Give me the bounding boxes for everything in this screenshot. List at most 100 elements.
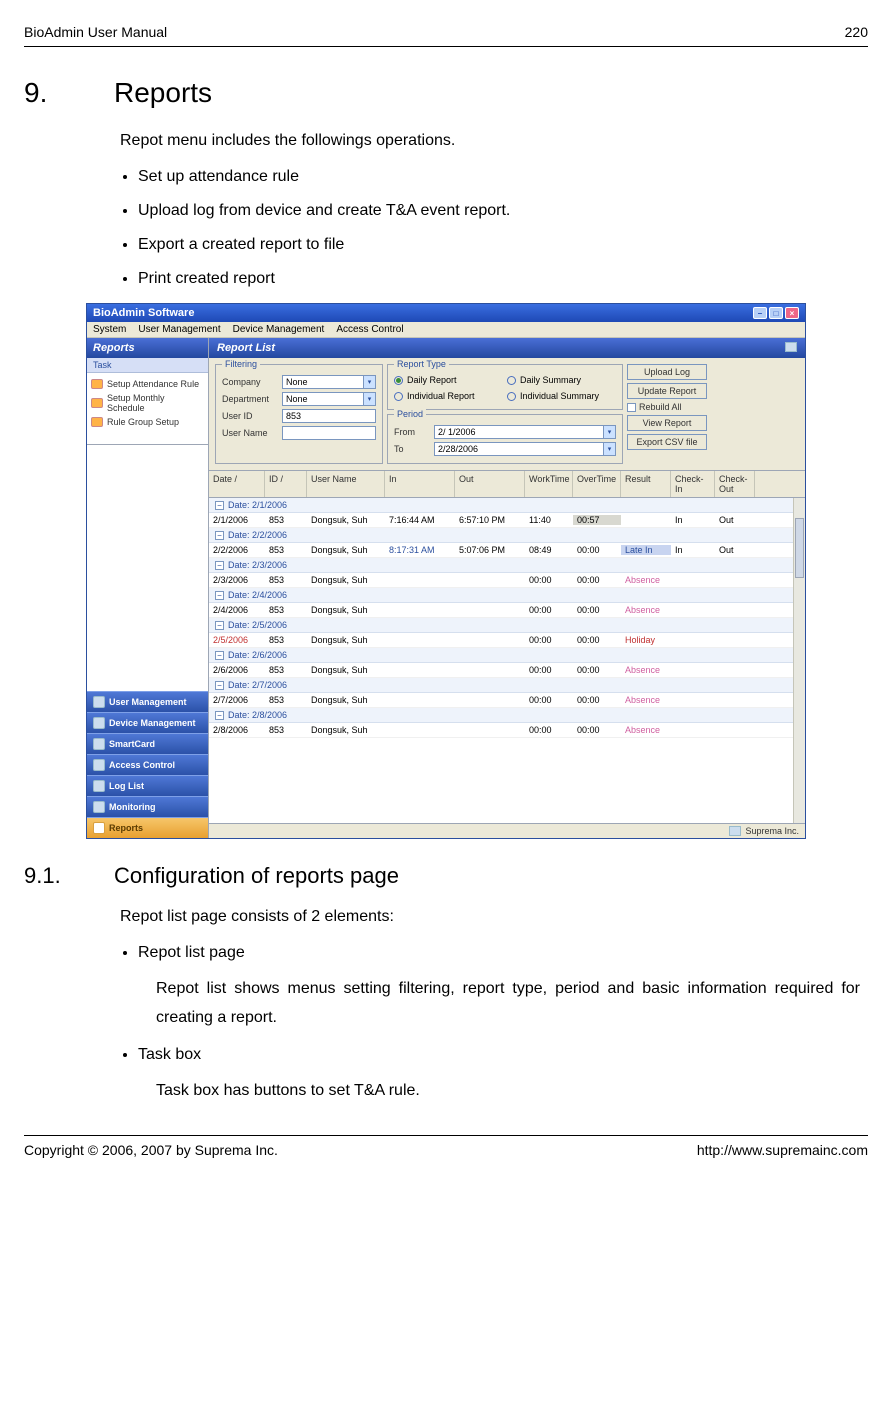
radio-icon[interactable]	[507, 392, 516, 401]
collapse-icon[interactable]: −	[215, 531, 224, 540]
department-select[interactable]: None▾	[282, 392, 376, 406]
chevron-down-icon[interactable]: ▾	[603, 443, 615, 455]
table-row[interactable]: 2/4/2006853Dongsuk, Suh00:0000:00Absence	[209, 603, 805, 618]
header-rule	[24, 46, 868, 47]
export-csv-button[interactable]: Export CSV file	[627, 434, 707, 450]
minimize-button[interactable]: –	[753, 307, 767, 319]
update-report-button[interactable]: Update Report	[627, 383, 707, 399]
task-item[interactable]: Setup Attendance Rule	[91, 377, 204, 391]
radio-option[interactable]: Daily Summary	[507, 375, 616, 385]
filtering-legend: Filtering	[222, 359, 260, 369]
group-header[interactable]: −Date: 2/7/2006	[209, 678, 805, 693]
table-row[interactable]: 2/5/2006853Dongsuk, Suh00:0000:00Holiday	[209, 633, 805, 648]
collapse-icon[interactable]: −	[215, 561, 224, 570]
group-header[interactable]: −Date: 2/5/2006	[209, 618, 805, 633]
pane-menu-icon[interactable]	[785, 342, 797, 352]
view-report-button[interactable]: View Report	[627, 415, 707, 431]
close-button[interactable]: ×	[785, 307, 799, 319]
group-header[interactable]: −Date: 2/8/2006	[209, 708, 805, 723]
from-date[interactable]: 2/ 1/2006▾	[434, 425, 616, 439]
group-header[interactable]: −Date: 2/2/2006	[209, 528, 805, 543]
collapse-icon[interactable]: −	[215, 711, 224, 720]
group-header[interactable]: −Date: 2/4/2006	[209, 588, 805, 603]
subsection-heading: 9.1. Configuration of reports page	[24, 863, 868, 889]
report-grid[interactable]: −Date: 2/1/20062/1/2006853Dongsuk, Suh7:…	[209, 498, 805, 823]
radio-icon[interactable]	[394, 392, 403, 401]
table-row[interactable]: 2/2/2006853Dongsuk, Suh8:17:31 AM5:07:06…	[209, 543, 805, 558]
group-header[interactable]: −Date: 2/3/2006	[209, 558, 805, 573]
collapse-icon[interactable]: −	[215, 621, 224, 630]
chevron-down-icon[interactable]: ▾	[363, 376, 375, 388]
column-header[interactable]: User Name	[307, 471, 385, 497]
column-header[interactable]: Date /	[209, 471, 265, 497]
collapse-icon[interactable]: −	[215, 501, 224, 510]
nav-item-user-management[interactable]: User Management	[87, 691, 208, 712]
nav-item-reports[interactable]: Reports	[87, 817, 208, 838]
nav-item-smartcard[interactable]: SmartCard	[87, 733, 208, 754]
table-row[interactable]: 2/6/2006853Dongsuk, Suh00:0000:00Absence	[209, 663, 805, 678]
group-header[interactable]: −Date: 2/6/2006	[209, 648, 805, 663]
vertical-scrollbar[interactable]	[793, 498, 805, 823]
company-select[interactable]: None▾	[282, 375, 376, 389]
radio-icon[interactable]	[507, 376, 516, 385]
radio-option[interactable]: Individual Report	[394, 391, 503, 401]
group-header[interactable]: −Date: 2/1/2006	[209, 498, 805, 513]
nav-item-log-list[interactable]: Log List	[87, 775, 208, 796]
radio-label: Daily Report	[407, 375, 457, 385]
collapse-icon[interactable]: −	[215, 651, 224, 660]
column-header[interactable]: Check-In	[671, 471, 715, 497]
nav-item-access-control[interactable]: Access Control	[87, 754, 208, 775]
task-item[interactable]: Rule Group Setup	[91, 415, 204, 429]
collapse-icon[interactable]: −	[215, 591, 224, 600]
nav-label: Monitoring	[109, 802, 156, 812]
username-input[interactable]	[282, 426, 376, 440]
task-list: Setup Attendance RuleSetup Monthly Sched…	[87, 373, 208, 445]
scrollbar-thumb[interactable]	[795, 518, 804, 578]
table-row[interactable]: 2/8/2006853Dongsuk, Suh00:0000:00Absence	[209, 723, 805, 738]
nav-label: Device Management	[109, 718, 196, 728]
table-header[interactable]: Date /ID /User NameInOutWorkTimeOverTime…	[209, 471, 805, 498]
menu-item[interactable]: Access Control	[336, 324, 403, 335]
menubar[interactable]: System User Management Device Management Ac…	[87, 322, 805, 338]
menu-item[interactable]: User Management	[138, 324, 220, 335]
subsection-number: 9.1.	[24, 863, 74, 889]
period-legend: Period	[394, 409, 426, 419]
right-pane-header: Report List	[209, 338, 805, 358]
column-header[interactable]: OverTime	[573, 471, 621, 497]
username-label: User Name	[222, 428, 278, 438]
collapse-icon[interactable]: −	[215, 681, 224, 690]
section-heading: 9. Reports	[24, 77, 868, 109]
nav-item-device-management[interactable]: Device Management	[87, 712, 208, 733]
rebuild-all-checkbox[interactable]	[627, 403, 636, 412]
column-header[interactable]: In	[385, 471, 455, 497]
filtering-fieldset: Filtering Company None▾ Department None▾…	[215, 364, 383, 464]
column-header[interactable]: Check-Out	[715, 471, 755, 497]
radio-option[interactable]: Individual Summary	[507, 391, 616, 401]
column-header[interactable]: Out	[455, 471, 525, 497]
table-row[interactable]: 2/1/2006853Dongsuk, Suh7:16:44 AM6:57:10…	[209, 513, 805, 528]
menu-item[interactable]: Device Management	[233, 324, 325, 335]
task-icon	[91, 398, 103, 408]
table-row[interactable]: 2/7/2006853Dongsuk, Suh00:0000:00Absence	[209, 693, 805, 708]
nav-label: User Management	[109, 697, 187, 707]
table-row[interactable]: 2/3/2006853Dongsuk, Suh00:0000:00Absence	[209, 573, 805, 588]
radio-option[interactable]: Daily Report	[394, 375, 503, 385]
task-item[interactable]: Setup Monthly Schedule	[91, 391, 204, 415]
userid-input[interactable]: 853	[282, 409, 376, 423]
maximize-button[interactable]: □	[769, 307, 783, 319]
nav-label: SmartCard	[109, 739, 155, 749]
window-titlebar[interactable]: BioAdmin Software – □ ×	[87, 304, 805, 322]
to-date[interactable]: 2/28/2006▾	[434, 442, 616, 456]
left-pane: Reports Task Setup Attendance RuleSetup …	[87, 338, 209, 838]
chevron-down-icon[interactable]: ▾	[603, 426, 615, 438]
column-header[interactable]: Result	[621, 471, 671, 497]
menu-item[interactable]: System	[93, 324, 126, 335]
footer-rule	[24, 1135, 868, 1136]
column-header[interactable]: WorkTime	[525, 471, 573, 497]
upload-log-button[interactable]: Upload Log	[627, 364, 707, 380]
nav-item-monitoring[interactable]: Monitoring	[87, 796, 208, 817]
column-header[interactable]: ID /	[265, 471, 307, 497]
radio-icon[interactable]	[394, 376, 403, 385]
report-type-legend: Report Type	[394, 359, 449, 369]
chevron-down-icon[interactable]: ▾	[363, 393, 375, 405]
